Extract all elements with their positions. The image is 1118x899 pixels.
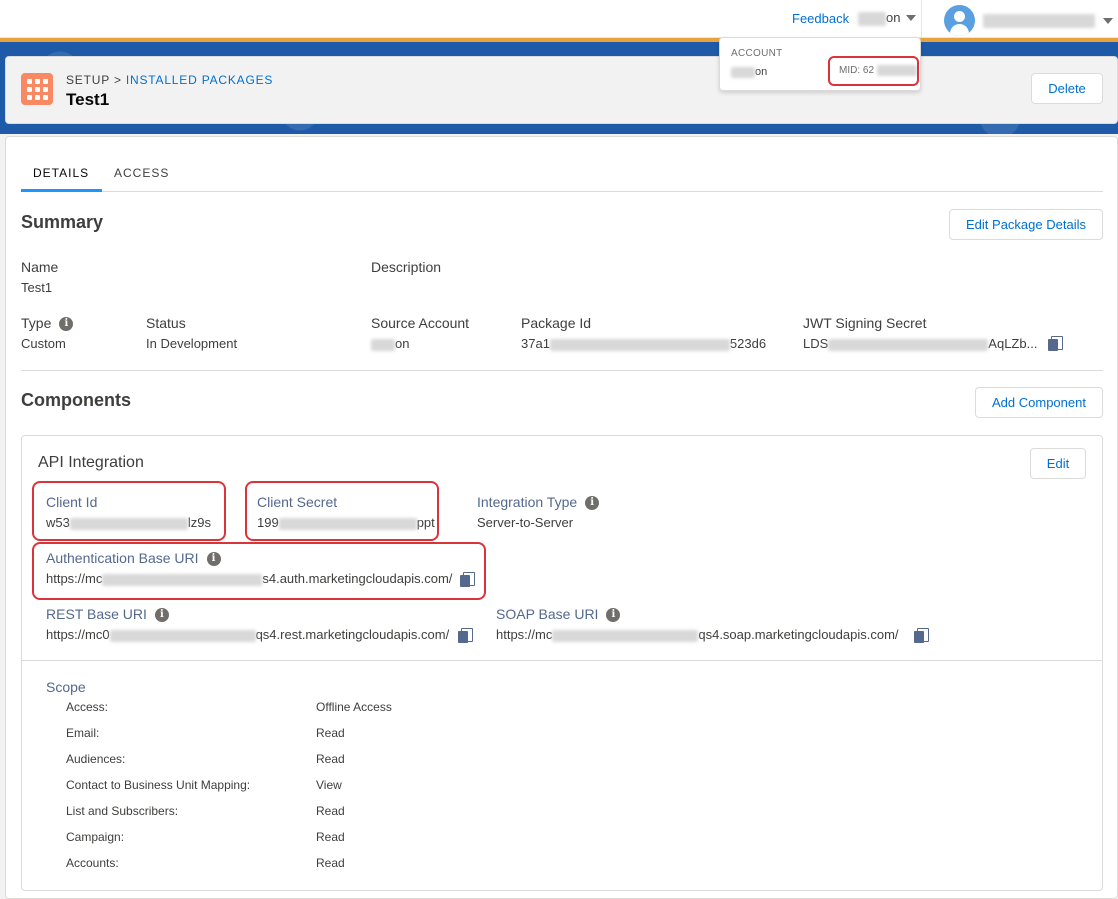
- account-label: ACCOUNT: [731, 48, 783, 59]
- scope-name: Contact to Business Unit Mapping:: [66, 778, 251, 792]
- status-value: In Development: [146, 336, 238, 351]
- add-component-button[interactable]: Add Component: [975, 387, 1103, 418]
- feedback-link[interactable]: Feedback: [792, 11, 849, 26]
- scope-name: Audiences:: [66, 752, 126, 766]
- components-title: Components: [21, 390, 131, 410]
- client-id-highlight: [32, 481, 226, 541]
- description-label: Description: [371, 259, 442, 275]
- page-title: Test1: [66, 90, 110, 109]
- copy-icon[interactable]: [458, 628, 473, 643]
- page-header: [5, 56, 1118, 124]
- scope-value: Offline Access: [316, 700, 392, 714]
- info-icon[interactable]: i: [606, 608, 621, 623]
- soap-base-uri-value: https://mc qs4.soap.marketingcloudapis.co…: [496, 627, 899, 642]
- integration-type-value: Server-to-Server: [477, 515, 574, 530]
- info-icon[interactable]: i: [59, 317, 74, 332]
- name-value: Test1: [21, 280, 53, 295]
- scope-value: Read: [316, 830, 345, 844]
- scope-title: Scope: [46, 679, 86, 695]
- integration-type-label: Integration Type i: [477, 494, 600, 511]
- breadcrumb-installed-packages[interactable]: INSTALLED PACKAGES: [126, 73, 273, 87]
- chevron-down-icon: [906, 14, 917, 21]
- account-name: on: [731, 66, 767, 78]
- breadcrumb-setup: SETUP: [66, 73, 110, 87]
- section-divider: [21, 370, 1103, 371]
- source-account-label: Source Account: [371, 315, 470, 331]
- name-label: Name: [21, 259, 59, 275]
- copy-icon[interactable]: [914, 628, 929, 643]
- type-label: Type i: [21, 315, 74, 332]
- divider: [921, 0, 922, 38]
- tabs-divider: [21, 191, 1103, 192]
- scope-name: Email:: [66, 726, 100, 740]
- package-id-label: Package Id: [521, 315, 592, 331]
- scope-value: Read: [316, 804, 345, 818]
- tab-details[interactable]: DETAILS: [33, 166, 89, 180]
- business-unit-name: on: [858, 10, 900, 26]
- active-tab-indicator: [21, 189, 102, 192]
- scope-divider: [22, 660, 1102, 661]
- user-menu[interactable]: [944, 5, 1113, 36]
- app-launcher-icon: [21, 73, 53, 105]
- type-value: Custom: [21, 336, 66, 351]
- tab-access[interactable]: ACCESS: [114, 166, 169, 180]
- client-secret-highlight: [245, 481, 439, 541]
- mid-highlight: [828, 56, 919, 86]
- rest-base-uri-label: REST Base URI i: [46, 606, 169, 623]
- scope-name: Accounts:: [66, 856, 119, 870]
- auth-base-uri-highlight: [32, 542, 486, 600]
- scope-name: Access:: [66, 700, 109, 714]
- summary-title: Summary: [21, 212, 104, 232]
- rest-base-uri-value: https://mc0 qs4.rest.marketingcloudapis.c…: [46, 627, 450, 642]
- scope-value: Read: [316, 752, 345, 766]
- edit-package-details-button[interactable]: Edit Package Details: [949, 209, 1103, 240]
- delete-button[interactable]: Delete: [1031, 73, 1103, 104]
- edit-api-integration-button[interactable]: Edit: [1030, 448, 1086, 479]
- scope-value: Read: [316, 726, 345, 740]
- soap-base-uri-label: SOAP Base URI i: [496, 606, 621, 623]
- breadcrumb-separator: >: [113, 73, 122, 87]
- scope-value: View: [316, 778, 342, 792]
- info-icon[interactable]: i: [154, 608, 169, 623]
- chevron-down-icon: [1103, 17, 1113, 24]
- copy-icon[interactable]: [1048, 336, 1063, 351]
- scope-name: List and Subscribers:: [66, 804, 179, 818]
- avatar-icon: [944, 5, 975, 36]
- breadcrumb: SETUP > INSTALLED PACKAGES: [66, 73, 273, 87]
- user-name: [983, 13, 1095, 28]
- source-account-value: on: [371, 336, 409, 351]
- api-integration-title: API Integration: [38, 454, 144, 471]
- business-unit-switcher[interactable]: on: [858, 10, 917, 26]
- status-label: Status: [146, 315, 186, 331]
- scope-name: Campaign:: [66, 830, 125, 844]
- package-id-value: 37a1 523d6: [521, 336, 767, 351]
- info-icon[interactable]: i: [585, 496, 600, 511]
- jwt-signing-secret-label: JWT Signing Secret: [803, 315, 927, 331]
- scope-value: Read: [316, 856, 345, 870]
- jwt-signing-secret-value: LDS AqLZb...: [803, 336, 1038, 351]
